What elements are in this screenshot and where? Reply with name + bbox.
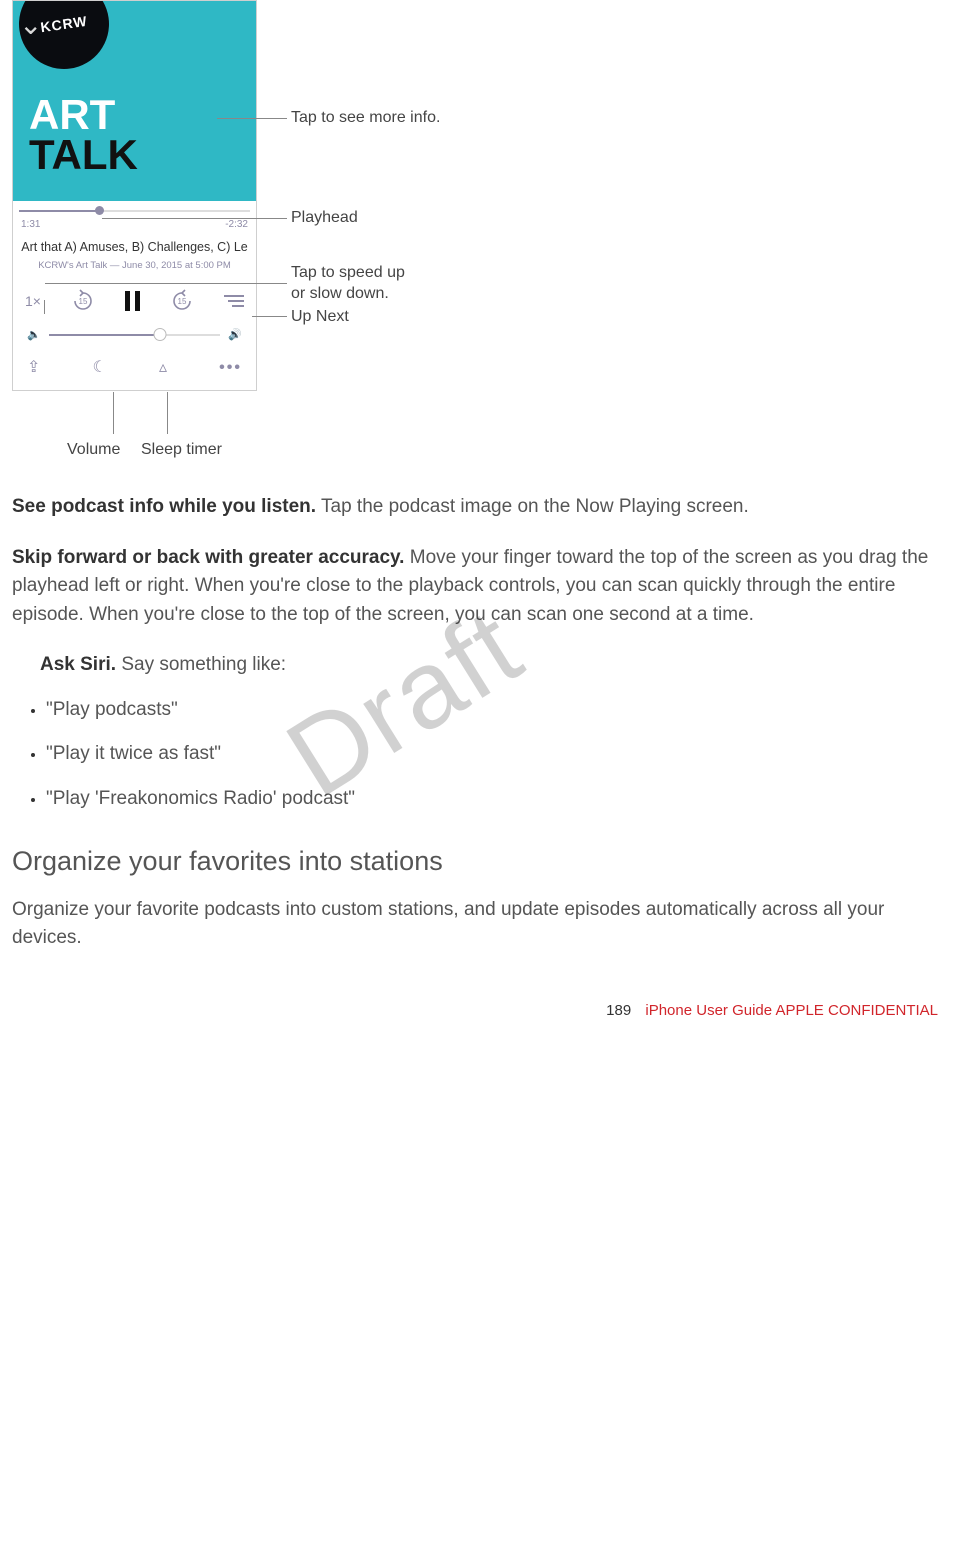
skip-back-15-button[interactable]: 15 [71,289,95,313]
cover-title: ART TALK [29,95,138,175]
chevron-down-icon[interactable]: ⌄ [19,4,42,46]
page-footer: 189 iPhone User Guide APPLE CONFIDENTIAL [606,1000,938,1023]
sleep-timer-button[interactable]: ☾ [93,356,107,380]
list-item: "Play it twice as fast" [46,740,946,769]
label-volume: Volume [67,438,120,462]
playback-speed-button[interactable]: 1× [25,291,41,312]
volume-high-icon: 🔊 [228,327,242,344]
cover-line2: TALK [29,131,138,178]
share-button[interactable]: ⇪ [27,356,40,380]
playhead-icon[interactable] [95,206,104,215]
svg-text:15: 15 [178,297,187,306]
ask-siri-intro: Ask Siri. Say something like: [12,651,946,680]
volume-low-icon: 🔈 [27,327,41,344]
body-content: See podcast info while you listen. Tap t… [0,493,958,953]
list-item: "Play podcasts" [46,696,946,725]
siri-examples-list: "Play podcasts" "Play it twice as fast" … [12,696,946,814]
callout-playhead: Playhead [291,208,358,229]
podcast-cover[interactable]: ⌄ KCRW ART TALK [13,1,256,201]
more-button[interactable]: ••• [219,356,242,380]
section-heading-stations: Organize your favorites into stations [12,841,946,882]
callout-up-next: Up Next [291,307,349,328]
episode-subtitle: KCRW's Art Talk — June 30, 2015 at 5:00 … [13,259,256,273]
airplay-button[interactable]: ▵ [159,356,167,380]
scrubber[interactable] [13,205,256,217]
skip-forward-15-button[interactable]: 15 [170,289,194,313]
volume-slider[interactable]: 🔈 🔊 [13,317,256,350]
now-playing-figure: ⌄ KCRW ART TALK 1:31 -2:32 Art that A) A… [12,0,958,463]
paragraph-stations: Organize your favorite podcasts into cus… [12,896,946,953]
pause-button[interactable] [125,291,140,311]
svg-text:15: 15 [79,297,88,306]
time-elapsed: 1:31 [21,217,40,232]
callout-speed: Tap to speed upor slow down. [291,263,405,305]
paragraph-skip-accuracy: Skip forward or back with greater accura… [12,544,946,630]
now-playing-screen: ⌄ KCRW ART TALK 1:31 -2:32 Art that A) A… [12,0,257,391]
page-number: 189 [606,1002,631,1019]
callout-more-info: Tap to see more info. [291,108,440,129]
list-item: "Play 'Freakonomics Radio' podcast" [46,785,946,814]
episode-title: Art that A) Amuses, B) Challenges, C) Le [13,238,256,257]
label-sleep-timer: Sleep timer [141,438,222,462]
footer-text: iPhone User Guide APPLE CONFIDENTIAL [645,1002,938,1019]
paragraph-podcast-info: See podcast info while you listen. Tap t… [12,493,946,522]
up-next-button[interactable] [224,295,244,307]
time-remaining: -2:32 [225,217,248,232]
